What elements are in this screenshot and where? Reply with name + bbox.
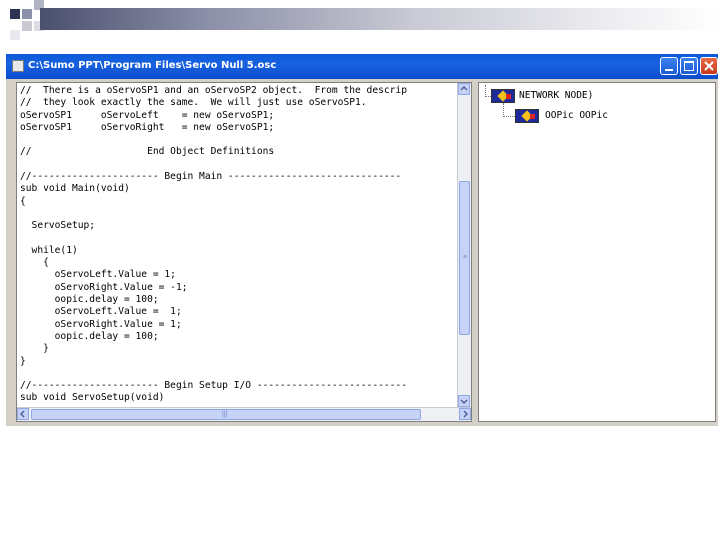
code-line[interactable]: oServoLeft.Value = 1; [20, 306, 460, 318]
tree-item-network-node[interactable]: NETWORK NODE) [519, 90, 593, 101]
code-line[interactable]: { [20, 196, 460, 208]
decor-square [22, 21, 32, 31]
code-line[interactable]: oServoLeft.Value = 1; [20, 269, 460, 281]
arrow-left-icon [19, 410, 25, 418]
arrow-down-icon [460, 399, 468, 405]
code-line[interactable]: oServoRight.Value = 1; [20, 319, 460, 331]
scroll-right-button[interactable] [459, 408, 471, 420]
decor-square [22, 9, 32, 19]
code-line[interactable]: sub void ServoSetup(void) [20, 392, 460, 404]
tree-connector [503, 116, 515, 117]
window-title: C:\Sumo PPT\Program Files\Servo Null 5.o… [28, 60, 277, 71]
minimize-button[interactable] [660, 57, 678, 75]
code-editor[interactable]: // There is a oServoSP1 and an oServoSP2… [16, 82, 472, 422]
code-line[interactable] [20, 159, 460, 171]
title-bar[interactable]: C:\Sumo PPT\Program Files\Servo Null 5.o… [6, 54, 718, 79]
arrow-right-icon [463, 410, 469, 418]
code-line[interactable]: //---------------------- Begin Setup I/O… [20, 380, 460, 392]
code-line[interactable]: //---------------------- Begin Main ----… [20, 171, 460, 183]
tree-connector [503, 103, 504, 117]
code-line[interactable] [20, 368, 460, 380]
code-line[interactable]: oServoSP1 oServoLeft = new oServoSP1; [20, 110, 460, 122]
horizontal-scrollbar[interactable]: ||| [17, 407, 471, 421]
code-line[interactable]: } [20, 356, 460, 368]
code-line[interactable] [20, 208, 460, 220]
code-line[interactable]: } [20, 343, 460, 355]
code-line[interactable]: // End Object Definitions [20, 146, 460, 158]
editor-window: C:\Sumo PPT\Program Files\Servo Null 5.o… [6, 54, 718, 426]
maximize-button[interactable] [680, 57, 698, 75]
code-line[interactable]: { [20, 257, 460, 269]
project-tree: NETWORK NODE) OOPic OOPic [478, 82, 716, 422]
code-line[interactable]: oopic.delay = 100; [20, 294, 460, 306]
decor-gradient-bar [40, 8, 720, 30]
scroll-up-button[interactable] [458, 83, 470, 95]
arrow-up-icon [460, 85, 468, 91]
grip-icon: ≡ [463, 254, 468, 261]
close-button[interactable] [700, 57, 718, 75]
vertical-scrollbar[interactable]: ≡ [457, 83, 471, 407]
code-line[interactable]: while(1) [20, 245, 460, 257]
code-line[interactable]: oServoRight.Value = -1; [20, 282, 460, 294]
scroll-left-button[interactable] [17, 408, 29, 420]
minimize-icon [665, 69, 673, 71]
oopic-chip-icon [515, 109, 539, 123]
code-line[interactable]: // they look exactly the same. We will j… [20, 97, 460, 109]
app-icon [12, 60, 24, 72]
code-line[interactable]: // There is a oServoSP1 and an oServoSP2… [20, 85, 460, 97]
close-icon [704, 61, 714, 71]
network-node-icon [491, 89, 515, 103]
maximize-icon [684, 61, 694, 71]
code-line[interactable]: oopic.delay = 100; [20, 331, 460, 343]
decor-square [10, 9, 20, 19]
scroll-down-button[interactable] [458, 395, 470, 407]
horizontal-scroll-thumb[interactable]: ||| [31, 409, 421, 420]
decor-square [10, 30, 20, 40]
tree-item-oopic[interactable]: OOPic OOPic [545, 110, 608, 121]
code-line[interactable]: oServoSP1 oServoRight = new oServoSP1; [20, 122, 460, 134]
code-line[interactable] [20, 134, 460, 146]
code-line[interactable]: sub void Main(void) [20, 183, 460, 195]
code-line[interactable]: ServoSetup; [20, 220, 460, 232]
vertical-scroll-thumb[interactable]: ≡ [459, 181, 470, 335]
grip-icon: ||| [222, 411, 228, 418]
code-line[interactable] [20, 233, 460, 245]
code-text[interactable]: // There is a oServoSP1 and an oServoSP2… [20, 85, 460, 405]
